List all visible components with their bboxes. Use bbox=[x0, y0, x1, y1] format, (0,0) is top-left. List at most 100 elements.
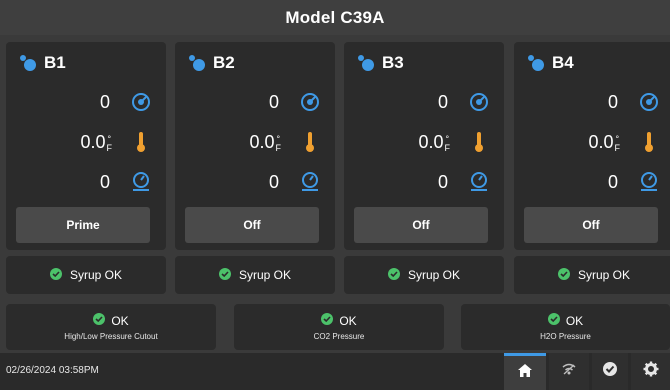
temperature-unit: ° F bbox=[444, 133, 451, 153]
thermometer-icon bbox=[634, 131, 664, 153]
check-circle-icon bbox=[93, 313, 106, 328]
pressure-row: 0 bbox=[514, 167, 670, 197]
footer-bar: 02/26/2024 03:58PM bbox=[0, 353, 670, 390]
settings-button[interactable] bbox=[631, 353, 670, 390]
check-circle-icon bbox=[321, 313, 334, 328]
syrup-status-b2: Syrup OK bbox=[175, 256, 335, 294]
temperature-unit: ° F bbox=[614, 133, 621, 153]
droplets-icon bbox=[526, 54, 546, 72]
check-circle-icon bbox=[602, 361, 618, 382]
title-bar: Model C39A bbox=[0, 0, 670, 35]
flow-row: 0 bbox=[344, 87, 504, 117]
gear-icon bbox=[643, 361, 659, 382]
syrup-status-text: Syrup OK bbox=[238, 268, 292, 282]
temperature-value: 0.0 bbox=[588, 131, 614, 152]
bank-name: B1 bbox=[44, 53, 66, 72]
home-button[interactable] bbox=[504, 353, 546, 390]
co2-pressure-status: OK CO2 Pressure bbox=[234, 304, 444, 350]
bank-panel-b4: B4 0 0.0 ° F 0 Off bbox=[514, 42, 670, 250]
bank-panel-b1: B1 0 0.0 ° F 0 Prime bbox=[6, 42, 166, 250]
bank-panel-b2: B2 0 0.0 ° F 0 Off bbox=[175, 42, 335, 250]
bank-name: B4 bbox=[552, 53, 574, 72]
bank-header: B2 bbox=[187, 52, 235, 74]
bank-header: B4 bbox=[526, 52, 574, 74]
status-label: CO2 Pressure bbox=[313, 332, 365, 341]
pressure-gauge-icon bbox=[126, 171, 156, 193]
pressure-value: 0 bbox=[607, 171, 618, 192]
temperature-display: 0.0 ° F bbox=[588, 132, 634, 153]
flow-row: 0 bbox=[514, 87, 670, 117]
check-circle-icon bbox=[387, 267, 400, 283]
temperature-unit: ° F bbox=[106, 133, 113, 153]
check-circle-icon bbox=[547, 313, 560, 328]
check-circle-icon bbox=[557, 267, 570, 283]
wifi-icon bbox=[561, 362, 577, 381]
temperature-display: 0.0 ° F bbox=[418, 132, 464, 153]
pressure-value: 0 bbox=[437, 171, 448, 192]
datetime-display: 02/26/2024 03:58PM bbox=[6, 365, 99, 376]
temperature-row: 0.0 ° F bbox=[344, 127, 504, 157]
page-title: Model C39A bbox=[285, 7, 385, 27]
status-button[interactable] bbox=[592, 353, 628, 390]
pressure-gauge-icon bbox=[634, 171, 664, 193]
network-button[interactable] bbox=[549, 353, 589, 390]
droplets-icon bbox=[356, 54, 376, 72]
temperature-display: 0.0 ° F bbox=[80, 132, 126, 153]
temperature-value: 0.0 bbox=[249, 131, 275, 152]
status-text: OK bbox=[111, 313, 129, 328]
droplets-icon bbox=[18, 54, 38, 72]
pressure-gauge-icon bbox=[464, 171, 494, 193]
bank-name: B2 bbox=[213, 53, 235, 72]
status-label: High/Low Pressure Cutout bbox=[64, 332, 158, 341]
status-text: OK bbox=[565, 313, 584, 328]
prime-button[interactable]: Prime bbox=[16, 207, 150, 243]
status-text: OK bbox=[339, 313, 357, 328]
thermometer-icon bbox=[126, 131, 156, 153]
off-button[interactable]: Off bbox=[354, 207, 488, 243]
temperature-display: 0.0 ° F bbox=[249, 132, 295, 153]
pressure-value: 0 bbox=[99, 171, 110, 192]
temperature-value: 0.0 bbox=[80, 131, 106, 152]
bank-header: B3 bbox=[356, 52, 404, 74]
droplets-icon bbox=[187, 54, 207, 72]
bank-header: B1 bbox=[18, 52, 66, 74]
flow-meter-icon bbox=[464, 91, 494, 113]
flow-row: 0 bbox=[175, 87, 335, 117]
syrup-status-b4: Syrup OK bbox=[514, 256, 670, 294]
check-circle-icon bbox=[49, 267, 62, 283]
temperature-unit: ° F bbox=[275, 133, 282, 153]
syrup-status-b3: Syrup OK bbox=[344, 256, 504, 294]
flow-meter-icon bbox=[295, 91, 325, 113]
bank-panel-b3: B3 0 0.0 ° F 0 Off bbox=[344, 42, 504, 250]
flow-meter-icon bbox=[634, 91, 664, 113]
temperature-row: 0.0 ° F bbox=[6, 127, 166, 157]
check-circle-icon bbox=[218, 267, 231, 283]
syrup-status-text: Syrup OK bbox=[407, 268, 461, 282]
temperature-value: 0.0 bbox=[418, 131, 444, 152]
bank-name: B3 bbox=[382, 53, 404, 72]
pressure-row: 0 bbox=[175, 167, 335, 197]
pressure-cutout-status: OK High/Low Pressure Cutout bbox=[6, 304, 216, 350]
pressure-value: 0 bbox=[268, 171, 279, 192]
flow-value: 0 bbox=[437, 91, 448, 112]
pressure-gauge-icon bbox=[295, 171, 325, 193]
flow-value: 0 bbox=[607, 91, 618, 112]
off-button[interactable]: Off bbox=[524, 207, 658, 243]
home-icon bbox=[517, 363, 533, 383]
flow-meter-icon bbox=[126, 91, 156, 113]
flow-row: 0 bbox=[6, 87, 166, 117]
syrup-status-b1: Syrup OK bbox=[6, 256, 166, 294]
status-label: H2O Pressure bbox=[540, 332, 591, 341]
off-button[interactable]: Off bbox=[185, 207, 319, 243]
flow-value: 0 bbox=[99, 91, 110, 112]
pressure-row: 0 bbox=[344, 167, 504, 197]
syrup-status-text: Syrup OK bbox=[577, 268, 631, 282]
flow-value: 0 bbox=[268, 91, 279, 112]
pressure-row: 0 bbox=[6, 167, 166, 197]
h2o-pressure-status: OK H2O Pressure bbox=[461, 304, 670, 350]
thermometer-icon bbox=[464, 131, 494, 153]
syrup-status-text: Syrup OK bbox=[69, 268, 123, 282]
thermometer-icon bbox=[295, 131, 325, 153]
temperature-row: 0.0 ° F bbox=[514, 127, 670, 157]
temperature-row: 0.0 ° F bbox=[175, 127, 335, 157]
